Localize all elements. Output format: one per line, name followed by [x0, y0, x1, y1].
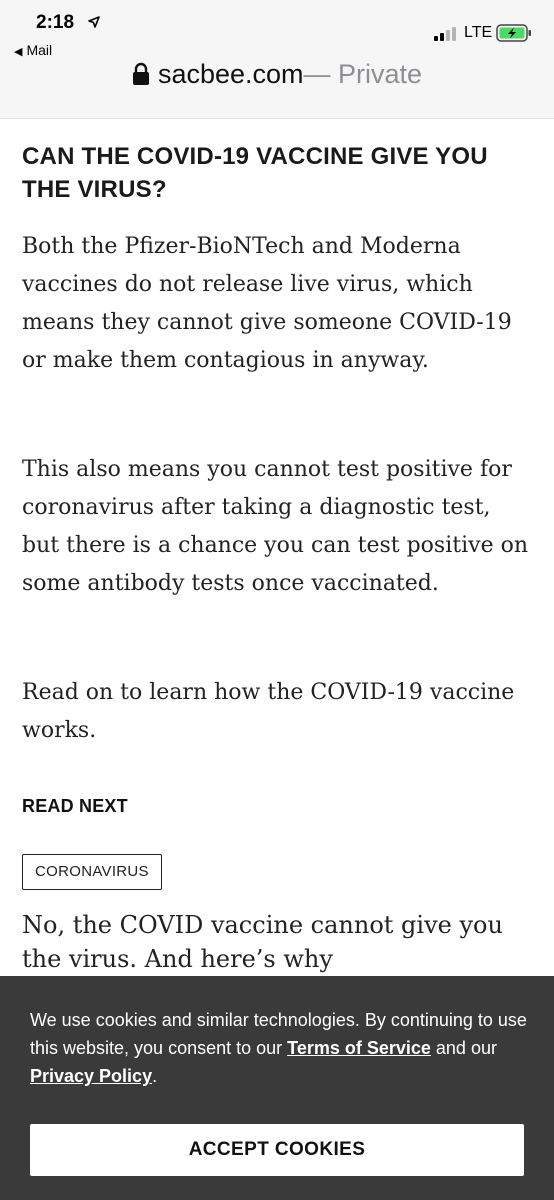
cookie-message: We use cookies and similar technologies.…: [30, 1006, 530, 1090]
network-type: LTE: [464, 24, 493, 41]
article-headline: CAN THE COVID-19 VACCINE GIVE YOU THE VI…: [22, 143, 488, 203]
lock-icon: [132, 59, 150, 95]
category-tag[interactable]: CORONAVIRUS: [22, 854, 162, 890]
browser-chrome: 2:18 ◀ Mail LTE sacbee.com— Private: [0, 0, 554, 119]
cookie-text-part: and our: [430, 1038, 497, 1058]
privacy-policy-link[interactable]: Privacy Policy: [30, 1066, 152, 1086]
article-paragraph: Read on to learn how the COVID-19 vaccin…: [22, 680, 515, 743]
status-time: 2:18: [36, 12, 75, 33]
cookie-banner: We use cookies and similar technologies.…: [0, 976, 554, 1200]
private-mode-label: — Private: [303, 59, 423, 89]
terms-of-service-link[interactable]: Terms of Service: [287, 1038, 431, 1058]
url-domain: sacbee.com: [157, 59, 304, 89]
url-bar[interactable]: sacbee.com— Private: [0, 56, 554, 96]
accept-cookies-button[interactable]: ACCEPT COOKIES: [30, 1124, 524, 1176]
read-next-heading: READ NEXT: [22, 796, 128, 816]
battery-charging-icon: [496, 24, 532, 47]
article-body: CAN THE COVID-19 VACCINE GIVE YOU THE VI…: [22, 140, 532, 973]
article-paragraph: Both the Pfizer-BioNTech and Moderna vac…: [22, 234, 512, 373]
cookie-text-part: .: [152, 1066, 158, 1086]
cellular-signal-icon: [434, 27, 458, 46]
article-paragraph: This also means you cannot test positive…: [22, 457, 528, 596]
location-arrow-icon: [88, 15, 100, 33]
related-article-link[interactable]: No, the COVID vaccine cannot give you th…: [22, 908, 532, 976]
